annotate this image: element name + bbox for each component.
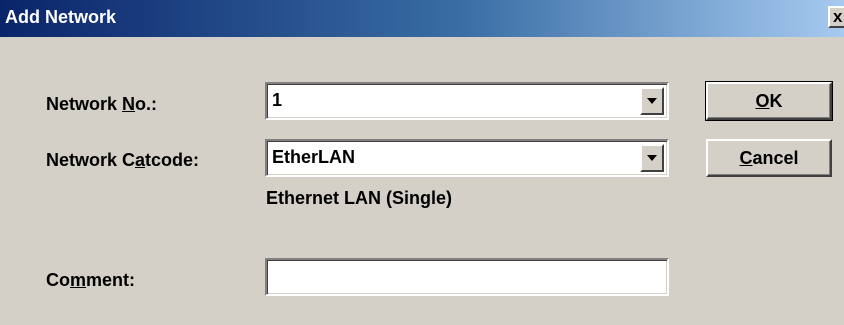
add-network-dialog: Add Network x Network No.: 1 Network Cat… <box>0 0 844 325</box>
comment-label-mnemonic: m <box>70 270 87 290</box>
title-bar[interactable]: Add Network x <box>0 0 844 37</box>
network-no-label: Network No.: <box>46 94 157 115</box>
comment-label-pre: Co <box>46 270 70 290</box>
network-no-label-post: o.: <box>135 94 158 114</box>
network-catcode-label: Network Catcode: <box>46 150 199 171</box>
network-catcode-description: Ethernet LAN (Single) <box>266 188 453 208</box>
network-no-value: 1 <box>272 90 283 110</box>
network-no-select[interactable]: 1 <box>265 82 669 120</box>
window-title: Add Network <box>5 7 117 27</box>
network-no-label-pre: Network <box>46 94 123 114</box>
network-catcode-label-post: tcode: <box>145 150 200 170</box>
ok-button-label: K <box>769 91 783 111</box>
network-catcode-select[interactable]: EtherLAN <box>265 139 669 177</box>
network-catcode-value: EtherLAN <box>272 147 356 167</box>
ok-button-mnemonic: O <box>755 91 770 111</box>
network-no-label-mnemonic: N <box>122 94 136 114</box>
comment-label: Comment: <box>46 270 135 291</box>
network-catcode-label-mnemonic: a <box>135 150 146 170</box>
network-catcode-label-pre: Network C <box>46 150 136 170</box>
close-button[interactable]: x <box>828 6 844 28</box>
cancel-button-label: ancel <box>752 148 799 168</box>
chevron-down-icon[interactable] <box>640 144 664 172</box>
comment-input[interactable] <box>265 258 669 296</box>
chevron-down-icon[interactable] <box>640 87 664 115</box>
close-icon: x <box>833 7 843 26</box>
comment-label-post: ment: <box>86 270 136 290</box>
cancel-button[interactable]: Cancel <box>706 139 832 177</box>
ok-button[interactable]: OK <box>705 81 833 121</box>
cancel-button-mnemonic: C <box>739 148 753 168</box>
